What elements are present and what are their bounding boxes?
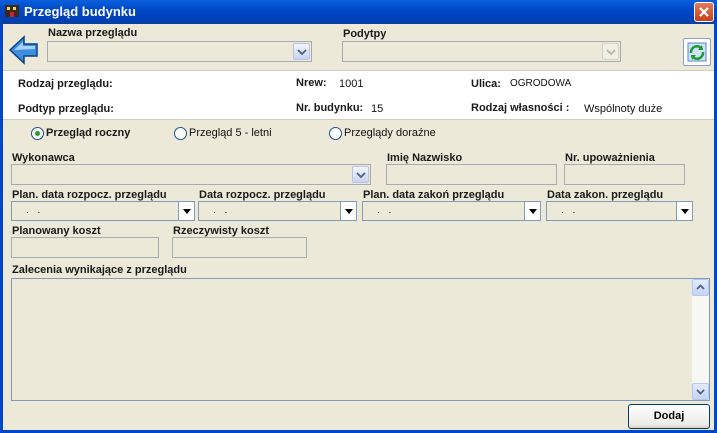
chevron-down-icon[interactable]: [352, 166, 369, 183]
plan-data-rozp-picker[interactable]: . .: [11, 201, 195, 221]
podtyp-przegladu-label: Podtyp przeglądu:: [18, 103, 114, 115]
window-title: Przegląd budynku: [24, 4, 136, 19]
close-button[interactable]: [694, 2, 714, 22]
rodzaj-wlasnosci-label: Rodzaj własności :: [471, 102, 570, 114]
rzeczywisty-koszt-field[interactable]: [172, 237, 307, 258]
ulica-label: Ulica:: [471, 78, 501, 90]
data-rozp-picker[interactable]: . .: [198, 201, 357, 221]
nrew-label: Nrew:: [296, 77, 327, 89]
zalecenia-textarea[interactable]: [11, 278, 710, 401]
dropdown-arrow-icon[interactable]: [676, 202, 692, 220]
ulica-value: OGRODOWA: [510, 78, 572, 89]
radio-przeglad-roczny[interactable]: Przegląd roczny: [31, 127, 171, 143]
radio-icon[interactable]: [329, 127, 342, 140]
dropdown-arrow-icon[interactable]: [524, 202, 540, 220]
scroll-up-icon[interactable]: [692, 279, 709, 296]
nr-upowaznienia-label: Nr. upoważnienia: [565, 152, 655, 164]
data-rozp-label: Data rozpocz. przeglądu: [199, 189, 326, 201]
podtypy-label: Podytpy: [343, 28, 387, 40]
nr-upowaznienia-field[interactable]: [564, 164, 685, 185]
zalecenia-label: Zalecenia wynikające z przeglądu: [12, 264, 187, 276]
dodaj-button[interactable]: Dodaj: [628, 404, 710, 429]
close-icon: [699, 7, 709, 17]
plan-data-zak-label: Plan. data zakoń przeglądu: [363, 189, 505, 201]
vertical-scrollbar[interactable]: [692, 279, 709, 400]
podtypy-select[interactable]: [342, 41, 621, 62]
chevron-down-icon[interactable]: [293, 43, 310, 60]
rzeczywisty-koszt-label: Rzeczywisty koszt: [173, 225, 269, 237]
planowany-koszt-field[interactable]: [11, 237, 159, 258]
wykonawca-label: Wykonawca: [12, 152, 75, 164]
scroll-down-icon[interactable]: [692, 383, 709, 400]
rodzaj-przegladu-label: Rodzaj przeglądu:: [18, 78, 113, 90]
refresh-icon: [687, 42, 707, 62]
back-button[interactable]: [8, 34, 40, 66]
plan-data-rozp-label: Plan. data rozpocz. przeglądu: [12, 189, 167, 201]
radio-przeglad-5-letni[interactable]: Przegląd 5 - letni: [174, 127, 314, 143]
imie-nazwisko-label: Imię Nazwisko: [387, 152, 463, 164]
rodzaj-wlasnosci-value: Wspólnoty duże: [584, 103, 663, 115]
radio-icon[interactable]: [174, 127, 187, 140]
nrew-value: 1001: [339, 78, 364, 90]
wykonawca-select[interactable]: [11, 164, 371, 185]
data-zak-label: Data zakon. przeglądu: [547, 189, 664, 201]
app-icon: [4, 3, 20, 19]
title-bar: Przegląd budynku: [0, 0, 717, 24]
chevron-down-icon[interactable]: [602, 43, 619, 60]
dropdown-arrow-icon[interactable]: [340, 202, 356, 220]
back-arrow-icon: [8, 35, 38, 65]
plan-data-zak-picker[interactable]: . .: [362, 201, 541, 221]
planowany-koszt-label: Planowany koszt: [12, 225, 101, 237]
nazwa-przegladu-select[interactable]: [47, 41, 312, 62]
refresh-button[interactable]: [683, 38, 711, 66]
data-zak-picker[interactable]: . .: [546, 201, 693, 221]
imie-nazwisko-field[interactable]: [386, 164, 557, 185]
building-info-panel: Rodzaj przeglądu: Podtyp przeglądu: Nrew…: [3, 70, 714, 120]
nazwa-przegladu-label: Nazwa przeglądu: [48, 27, 138, 39]
nr-budynku-value: 15: [371, 103, 384, 115]
nr-budynku-label: Nr. budynku:: [296, 102, 364, 114]
dropdown-arrow-icon[interactable]: [178, 202, 194, 220]
radio-przeglady-dorazne[interactable]: Przeglądy doraźne: [329, 127, 469, 143]
radio-checked-icon[interactable]: [31, 127, 44, 140]
